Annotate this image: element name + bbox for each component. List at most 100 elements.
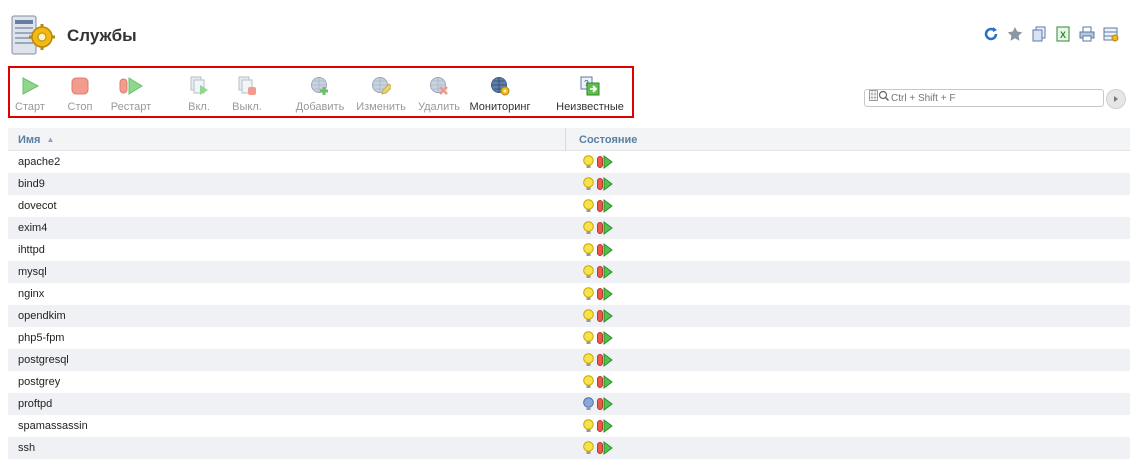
running-status-icon xyxy=(596,177,613,191)
running-status-icon xyxy=(596,265,613,279)
table-row[interactable]: proftpd xyxy=(8,393,1130,415)
unknown-button[interactable]: ? Неизвестные xyxy=(554,68,626,116)
services-table: Имя ▲ Состояние apache2 bind9 dovecot exim4… xyxy=(8,128,1130,459)
running-status-icon xyxy=(596,221,613,235)
print-icon[interactable] xyxy=(1078,25,1095,42)
edit-button[interactable]: Изменить xyxy=(355,68,407,116)
search-input[interactable] xyxy=(891,92,1091,104)
running-status-icon xyxy=(596,419,613,433)
copy-icon[interactable] xyxy=(1030,25,1047,42)
table-row[interactable]: opendkim xyxy=(8,305,1130,327)
unknown-label: Неизвестные xyxy=(556,101,624,113)
stop-button[interactable]: Стоп xyxy=(65,68,95,116)
service-name: ssh xyxy=(18,442,36,454)
restart-icon xyxy=(119,75,143,97)
enable-label: Вкл. xyxy=(188,101,210,113)
active-bulb-icon xyxy=(581,199,595,213)
active-bulb-icon xyxy=(581,177,595,191)
edit-label: Изменить xyxy=(356,101,406,113)
monitoring-button[interactable]: Мониторинг xyxy=(468,68,532,116)
active-bulb-icon xyxy=(581,353,595,367)
service-name: ihttpd xyxy=(18,244,45,256)
export-excel-icon[interactable]: X xyxy=(1054,25,1071,42)
add-monitor-icon xyxy=(309,75,331,97)
service-name: bind9 xyxy=(18,178,45,190)
column-header-name[interactable]: Имя ▲ xyxy=(8,128,566,151)
running-status-icon xyxy=(596,353,613,367)
active-bulb-icon xyxy=(581,243,595,257)
active-bulb-icon xyxy=(581,287,595,301)
table-row[interactable]: ssh xyxy=(8,437,1130,459)
enable-button[interactable]: Вкл. xyxy=(184,68,214,116)
start-button[interactable]: Старт xyxy=(12,68,48,116)
add-button[interactable]: Добавить xyxy=(294,68,346,116)
table-row[interactable]: ihttpd xyxy=(8,239,1130,261)
table-row[interactable]: php5-fpm xyxy=(8,327,1130,349)
table-row[interactable]: spamassassin xyxy=(8,415,1130,437)
running-status-icon xyxy=(596,331,613,345)
service-name: postgrey xyxy=(18,376,61,388)
enable-icon xyxy=(188,75,210,97)
delete-button[interactable]: Удалить xyxy=(416,68,462,116)
table-header: Имя ▲ Состояние xyxy=(8,128,1130,151)
service-state xyxy=(566,353,1130,367)
search-submit-button[interactable] xyxy=(1106,89,1126,109)
disable-icon xyxy=(236,75,258,97)
active-bulb-icon xyxy=(581,265,595,279)
active-bulb-icon xyxy=(581,375,595,389)
service-state xyxy=(566,199,1130,213)
service-state xyxy=(566,331,1130,345)
services-app-icon xyxy=(10,13,56,59)
running-status-icon xyxy=(596,199,613,213)
restart-label: Рестарт xyxy=(110,101,152,113)
running-status-icon xyxy=(596,441,613,455)
refresh-icon[interactable] xyxy=(982,25,999,42)
service-name: opendkim xyxy=(18,310,66,322)
service-toolbar: Старт Стоп Рестарт Вкл. Выкл. Добавить И… xyxy=(8,66,634,118)
running-status-icon xyxy=(596,287,613,301)
edit-monitor-icon xyxy=(370,75,392,97)
search-box[interactable] xyxy=(864,89,1104,107)
active-bulb-icon xyxy=(581,441,595,455)
disable-button[interactable]: Выкл. xyxy=(230,68,264,116)
sort-ascending-icon: ▲ xyxy=(46,135,55,144)
table-row[interactable]: dovecot xyxy=(8,195,1130,217)
delete-monitor-icon xyxy=(428,75,450,97)
active-bulb-icon xyxy=(581,419,595,433)
table-row[interactable]: apache2 xyxy=(8,151,1130,173)
running-status-icon xyxy=(596,243,613,257)
service-state xyxy=(566,287,1130,301)
page-title: Службы xyxy=(67,26,137,45)
running-status-icon xyxy=(596,397,613,411)
table-row[interactable]: postgrey xyxy=(8,371,1130,393)
svg-text:X: X xyxy=(1059,30,1065,40)
active-bulb-icon xyxy=(581,309,595,323)
header-actions: X xyxy=(982,25,1119,42)
disable-label: Выкл. xyxy=(232,101,262,113)
restart-button[interactable]: Рестарт xyxy=(108,68,154,116)
service-state xyxy=(566,155,1130,169)
service-state xyxy=(566,375,1130,389)
service-state xyxy=(566,419,1130,433)
stop-icon xyxy=(69,75,91,97)
table-row[interactable]: postgresql xyxy=(8,349,1130,371)
monitoring-label: Мониторинг xyxy=(469,101,531,113)
table-row[interactable]: bind9 xyxy=(8,173,1130,195)
service-state xyxy=(566,177,1130,191)
running-status-icon xyxy=(596,375,613,389)
monitoring-icon xyxy=(489,75,511,97)
favorite-star-icon[interactable] xyxy=(1006,25,1023,42)
table-row[interactable]: nginx xyxy=(8,283,1130,305)
service-state xyxy=(566,221,1130,235)
start-label: Старт xyxy=(15,101,45,113)
table-settings-icon[interactable] xyxy=(1102,25,1119,42)
service-state xyxy=(566,397,1130,411)
search-icon xyxy=(869,89,890,107)
column-state-label: Состояние xyxy=(579,133,638,146)
table-row[interactable]: mysql xyxy=(8,261,1130,283)
active-bulb-icon xyxy=(581,155,595,169)
stop-label: Стоп xyxy=(67,101,93,113)
start-icon xyxy=(19,75,41,97)
column-header-state[interactable]: Состояние xyxy=(566,128,1130,151)
table-row[interactable]: exim4 xyxy=(8,217,1130,239)
